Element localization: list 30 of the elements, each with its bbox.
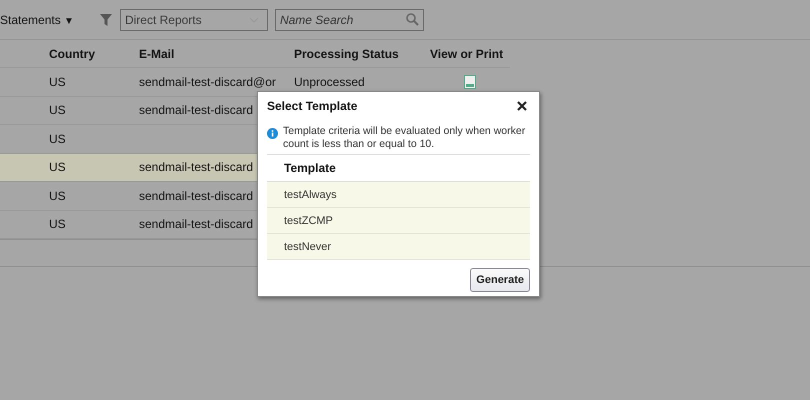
table-cell: sendmail-test-discard@or bbox=[139, 74, 276, 89]
column-header: Template bbox=[284, 161, 336, 175]
table-cell: sendmail-test-discard bbox=[139, 103, 254, 118]
table-cell: US bbox=[49, 132, 66, 146]
template-row[interactable]: testZCMP bbox=[267, 208, 530, 234]
info-icon bbox=[267, 128, 278, 139]
column-header: E-Mail bbox=[139, 46, 176, 60]
table-cell: sendmail-test-discard bbox=[139, 217, 254, 232]
template-row[interactable]: testNever bbox=[267, 234, 530, 260]
table-cell: US bbox=[49, 103, 66, 118]
table-cell: Unprocessed bbox=[294, 74, 365, 89]
column-header: Processing Status bbox=[294, 46, 400, 60]
table-cell: US bbox=[49, 217, 66, 232]
document-icon[interactable] bbox=[464, 74, 476, 89]
search-icon[interactable] bbox=[406, 12, 419, 26]
table-cell: US bbox=[49, 160, 66, 174]
dialog-title: Select Template bbox=[267, 99, 358, 113]
name-search-field[interactable]: Name Search bbox=[274, 8, 424, 30]
table-cell: US bbox=[49, 74, 66, 89]
column-header: View or Print bbox=[430, 46, 504, 60]
view-menu[interactable]: Statements ▼ bbox=[0, 12, 74, 26]
reports-dropdown[interactable]: Direct Reports bbox=[120, 8, 268, 30]
close-icon[interactable] bbox=[517, 101, 527, 111]
table-cell: US bbox=[49, 188, 66, 203]
generate-button[interactable]: Generate bbox=[470, 268, 530, 292]
table-cell: sendmail-test-discard bbox=[139, 160, 254, 174]
filter-icon[interactable] bbox=[100, 14, 112, 26]
table-cell: sendmail-test-discard bbox=[139, 188, 254, 203]
column-header: Country bbox=[49, 46, 96, 60]
template-row[interactable]: testAlways bbox=[267, 182, 530, 208]
